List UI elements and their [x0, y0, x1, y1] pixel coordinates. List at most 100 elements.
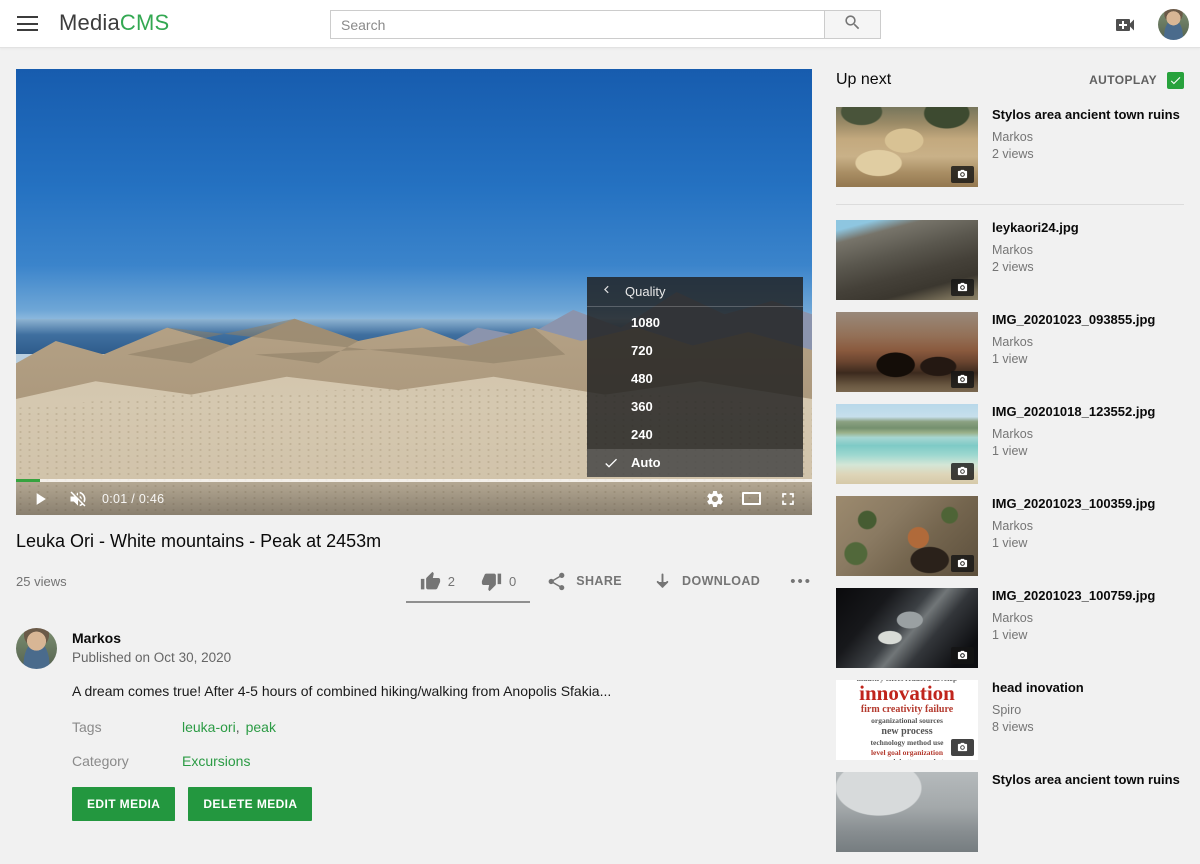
item-author: Spiro: [992, 703, 1184, 717]
likes-group: 2 0: [420, 571, 516, 592]
quality-menu-back[interactable]: Quality: [587, 277, 803, 307]
item-author: Markos: [992, 130, 1184, 144]
thumbnail: [836, 496, 978, 576]
wordcloud-line: new process: [881, 726, 932, 737]
player-control-bar: 0:01 / 0:46: [16, 482, 812, 515]
image-type-badge: [951, 166, 974, 183]
quality-menu-title: Quality: [625, 284, 665, 299]
item-author: Markos: [992, 427, 1184, 441]
edit-media-button[interactable]: EDIT MEDIA: [72, 787, 175, 821]
item-title: IMG_20201023_093855.jpg: [992, 312, 1184, 329]
download-button[interactable]: DOWNLOAD: [652, 571, 760, 592]
autoplay-checkbox[interactable]: [1167, 72, 1184, 89]
category-link[interactable]: Excursions: [182, 753, 250, 769]
up-next-title: Up next: [836, 71, 891, 89]
search-input[interactable]: [330, 10, 825, 39]
list-item[interactable]: Stylos area ancient town ruins: [836, 772, 1184, 852]
delete-media-button[interactable]: DELETE MEDIA: [188, 787, 312, 821]
published-date: Published on Oct 30, 2020: [72, 650, 231, 665]
quality-option-720[interactable]: 720: [587, 336, 803, 364]
autoplay-toggle[interactable]: AUTOPLAY: [1089, 72, 1184, 89]
meta-row: 25 views 2 0 SHARE DOWNLOAD •••: [16, 566, 812, 596]
settings-gear-icon[interactable]: [705, 489, 725, 509]
up-next-sidebar: Up next AUTOPLAY Stylos area ancient tow…: [836, 69, 1184, 864]
image-type-badge: [951, 555, 974, 572]
player-right-controls: [705, 489, 798, 509]
search-button[interactable]: [825, 10, 881, 39]
time-display: 0:01 / 0:46: [102, 492, 164, 506]
item-author: Markos: [992, 335, 1184, 349]
wordcloud-line: level goal organization: [871, 748, 943, 757]
list-item[interactable]: Stylos area ancient town ruins Markos 2 …: [836, 107, 1184, 187]
wordcloud-line: firm creativity failure: [861, 704, 953, 715]
thumbnail: [836, 588, 978, 668]
item-title: Stylos area ancient town ruins: [992, 107, 1184, 124]
list-item[interactable]: leykaori24.jpg Markos 2 views: [836, 220, 1184, 300]
item-title: leykaori24.jpg: [992, 220, 1184, 237]
more-options-icon[interactable]: •••: [790, 573, 812, 590]
wordcloud-line: technology method use: [871, 738, 944, 747]
chevron-left-icon: [599, 282, 614, 302]
page-title: Leuka Ori - White mountains - Peak at 24…: [16, 531, 812, 552]
list-item[interactable]: IMG_20201023_100759.jpg Markos 1 view: [836, 588, 1184, 668]
app-logo[interactable]: MediaCMS: [59, 10, 169, 36]
thumbnail: [836, 220, 978, 300]
item-views: 1 view: [992, 444, 1184, 458]
wordcloud-line: organizational sources: [871, 716, 943, 725]
wordcloud-main-word: innovation: [859, 683, 955, 704]
quality-option-480[interactable]: 480: [587, 364, 803, 392]
share-icon: [546, 571, 567, 592]
share-button[interactable]: SHARE: [546, 571, 622, 592]
list-item[interactable]: IMG_20201023_093855.jpg Markos 1 view: [836, 312, 1184, 392]
tags-label: Tags: [72, 719, 182, 735]
up-next-list: Stylos area ancient town ruins Markos 2 …: [836, 107, 1184, 852]
item-views: 8 views: [992, 720, 1184, 734]
search-icon: [843, 13, 862, 37]
thumbnail: [836, 772, 978, 852]
tags-row: Tags leuka-ori, peak: [72, 719, 812, 735]
category-label: Category: [72, 753, 182, 769]
quality-options: 1080 720 480 360 240 Auto: [587, 308, 803, 477]
play-button[interactable]: [30, 489, 50, 509]
item-title: IMG_20201023_100759.jpg: [992, 588, 1184, 605]
divider: [836, 204, 1184, 205]
quality-option-240[interactable]: 240: [587, 421, 803, 449]
thumb-up-icon[interactable]: [420, 571, 441, 592]
author-avatar[interactable]: [16, 628, 57, 669]
image-type-badge: [951, 279, 974, 296]
theater-mode-icon[interactable]: [742, 492, 761, 505]
thumbnail: [836, 312, 978, 392]
category-row: Category Excursions: [72, 753, 812, 769]
image-type-badge: [951, 739, 974, 756]
user-avatar[interactable]: [1158, 9, 1189, 40]
thumb-down-icon[interactable]: [481, 571, 502, 592]
tag-separator: ,: [236, 719, 240, 735]
thumbnail: [836, 107, 978, 187]
item-title: IMG_20201018_123552.jpg: [992, 404, 1184, 421]
menu-icon[interactable]: [17, 16, 38, 31]
author-section: Markos Published on Oct 30, 2020: [16, 628, 812, 669]
list-item[interactable]: industry effect reduced develop innovati…: [836, 680, 1184, 760]
mute-icon[interactable]: [68, 489, 88, 509]
upload-media-icon[interactable]: [1113, 13, 1137, 35]
image-type-badge: [951, 371, 974, 388]
author-name[interactable]: Markos: [72, 630, 231, 646]
list-item[interactable]: IMG_20201023_100359.jpg Markos 1 view: [836, 496, 1184, 576]
item-title: IMG_20201023_100359.jpg: [992, 496, 1184, 513]
top-app-bar: MediaCMS: [0, 0, 1200, 48]
check-icon: [603, 455, 619, 471]
quality-option-1080[interactable]: 1080: [587, 308, 803, 336]
quality-option-auto[interactable]: Auto: [587, 449, 803, 477]
tag-link-peak[interactable]: peak: [246, 719, 276, 735]
item-views: 2 views: [992, 260, 1184, 274]
item-author: Markos: [992, 611, 1184, 625]
quality-option-auto-label: Auto: [631, 455, 661, 470]
video-player[interactable]: 0:01 / 0:46 Quality 1080 720 480 360 240: [16, 69, 812, 515]
fullscreen-icon[interactable]: [778, 489, 798, 509]
tag-link-leuka-ori[interactable]: leuka-ori: [182, 719, 236, 735]
media-buttons: EDIT MEDIA DELETE MEDIA: [72, 787, 812, 821]
item-author: Markos: [992, 243, 1184, 257]
item-title: Stylos area ancient town ruins: [992, 772, 1184, 789]
list-item[interactable]: IMG_20201018_123552.jpg Markos 1 view: [836, 404, 1184, 484]
quality-option-360[interactable]: 360: [587, 393, 803, 421]
